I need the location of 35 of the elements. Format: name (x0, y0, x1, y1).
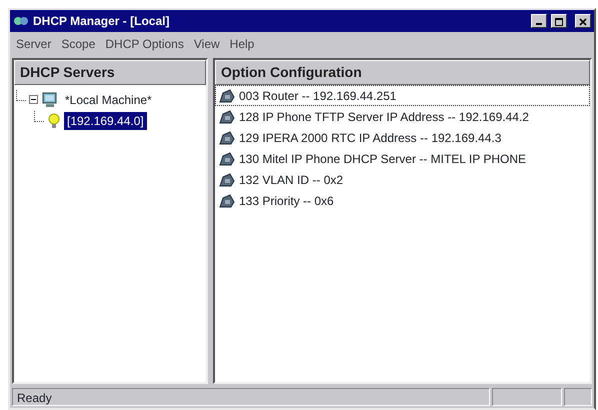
collapse-icon[interactable] (29, 95, 38, 104)
option-row[interactable]: 132 VLAN ID -- 0x2 (215, 169, 590, 190)
option-row[interactable]: 130 Mitel IP Phone DHCP Server -- MITEL IP PHONE (215, 148, 590, 169)
option-icon (218, 130, 236, 144)
option-icon (218, 110, 236, 124)
menu-item[interactable]: Server (16, 35, 52, 53)
window-title: DHCP Manager - [Local] (33, 13, 170, 30)
option-icon (218, 152, 236, 166)
minimize-icon (536, 23, 542, 25)
pane-header: Option Configuration (215, 60, 590, 85)
lightbulb-icon (47, 112, 61, 128)
option-row[interactable]: 003 Router -- 192.169.44.251 (215, 85, 590, 106)
minimize-button[interactable] (531, 14, 547, 28)
status-panel (564, 388, 592, 406)
maximize-icon (555, 18, 563, 26)
menu-item[interactable]: DHCP Options (105, 35, 184, 53)
menu-item[interactable]: Scope (61, 35, 96, 53)
status-panel (492, 388, 562, 406)
close-icon (579, 18, 587, 26)
option-row[interactable]: 128 IP Phone TFTP Server IP Address -- 192.169.44.2 (215, 106, 590, 127)
status-text: Ready (12, 388, 490, 406)
close-button[interactable] (575, 14, 591, 28)
option-row[interactable]: 133 Priority -- 0x6 (215, 190, 590, 211)
option-icon (218, 88, 236, 102)
menu-item[interactable]: View (194, 35, 220, 53)
computer-icon (41, 92, 59, 108)
app-icon (13, 14, 29, 28)
menu-item[interactable]: Help (230, 35, 254, 53)
tree-item[interactable]: *Local Machine* (62, 90, 155, 108)
tree-item[interactable]: [192.169.44.0] (64, 112, 147, 130)
option-icon (218, 172, 236, 186)
pane-header: DHCP Servers (14, 60, 206, 85)
option-icon (218, 194, 236, 208)
option-row[interactable]: 129 IPERA 2000 RTC IP Address -- 192.169.44.3 (215, 127, 590, 148)
maximize-button[interactable] (551, 14, 567, 28)
